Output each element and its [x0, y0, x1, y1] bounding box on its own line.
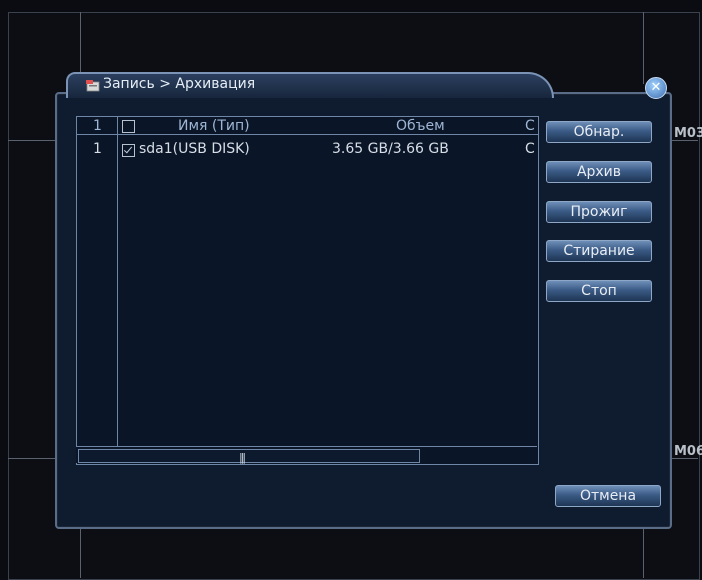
header-size[interactable]: Объем [396, 118, 445, 134]
grid-line-vertical [643, 12, 644, 84]
grid-line-vertical [643, 526, 644, 578]
detect-button[interactable]: Обнар. [546, 121, 652, 143]
horizontal-scrollbar[interactable]: ||| [76, 446, 537, 464]
header-name[interactable]: Имя (Тип) [178, 118, 250, 134]
device-table [76, 116, 539, 465]
row-checkbox[interactable] [122, 144, 135, 157]
select-all-checkbox[interactable] [122, 120, 135, 133]
grid-line-horizontal [8, 140, 56, 141]
archive-button[interactable]: Архив [546, 161, 652, 183]
row-size[interactable]: 3.65 GB/3.66 GB [332, 141, 449, 157]
stop-button[interactable]: Стоп [546, 280, 652, 302]
header-index: 1 [93, 118, 102, 134]
close-icon[interactable]: ✕ [645, 77, 667, 99]
grid-line-horizontal [8, 458, 56, 459]
archive-icon [86, 80, 100, 92]
cancel-button[interactable]: Отмена [555, 485, 661, 507]
grid-line-vertical [80, 526, 81, 578]
row-index: 1 [93, 141, 102, 157]
erase-button[interactable]: Стирание [546, 240, 652, 262]
burn-button[interactable]: Прожиг [546, 201, 652, 223]
dialog-title: Запись > Архивация [103, 76, 256, 92]
camera-label: M03 [674, 126, 702, 141]
scrollbar-thumb[interactable]: ||| [78, 449, 420, 464]
row-name[interactable]: sda1(USB DISK) [139, 141, 250, 157]
row-extra[interactable]: С [525, 141, 535, 157]
header-extra[interactable]: С [525, 118, 535, 134]
camera-label: M06 [674, 444, 702, 459]
dvr-screen: M03 M06 Запись > Архивация ✕ 1 Имя (Тип)… [0, 0, 702, 580]
column-divider [117, 117, 118, 447]
header-divider [77, 134, 538, 135]
grip-icon: ||| [239, 451, 246, 464]
